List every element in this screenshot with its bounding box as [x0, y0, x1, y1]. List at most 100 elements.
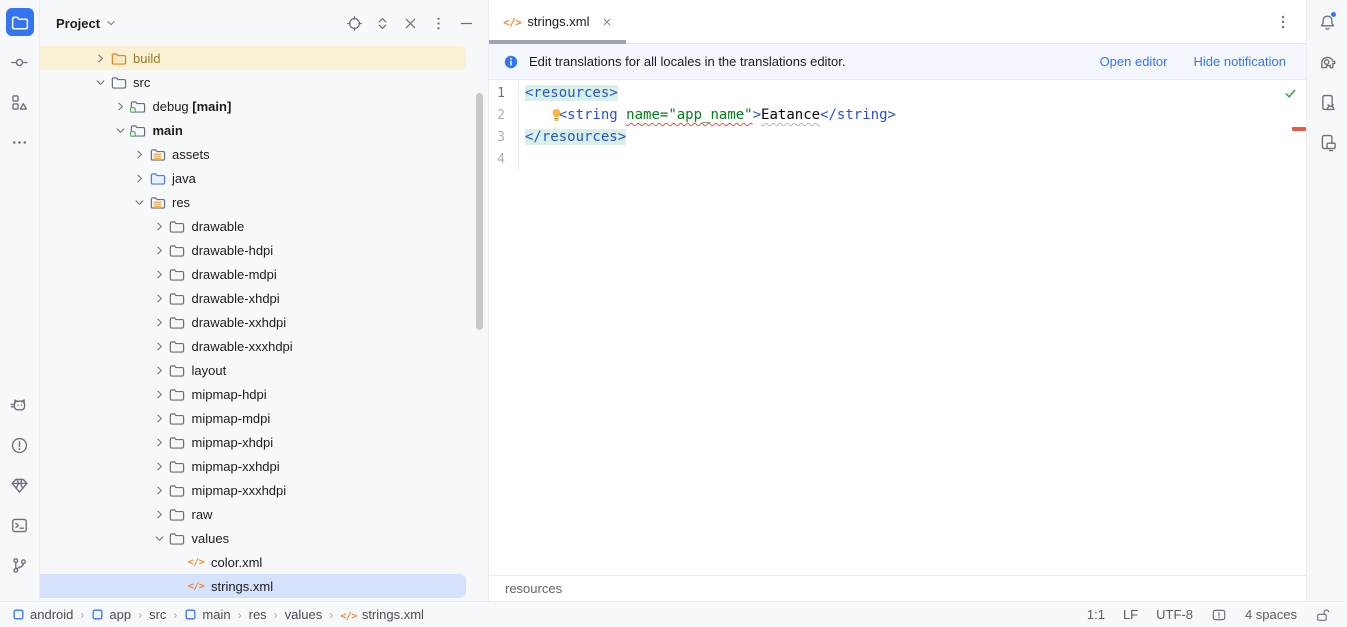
tree-item-mipmap-xxxhdpi[interactable]: mipmap-xxxhdpi: [40, 478, 466, 502]
line-number[interactable]: 3: [489, 126, 519, 148]
tree-item-layout[interactable]: layout: [40, 358, 466, 382]
module-icon: [91, 608, 104, 621]
options-button[interactable]: [428, 13, 448, 33]
breadcrumb-resources[interactable]: resources: [505, 581, 562, 596]
tree-item-label: drawable: [192, 219, 245, 234]
line-number[interactable]: 1: [489, 82, 519, 104]
tree-item-drawable-xxhdpi[interactable]: drawable-xxhdpi: [40, 310, 466, 334]
chevron-right-icon[interactable]: [151, 314, 168, 331]
expand-all-button[interactable]: [372, 13, 392, 33]
tree-item-res[interactable]: res: [40, 190, 466, 214]
tree-item-src[interactable]: src: [40, 70, 466, 94]
tree-item-color-xml[interactable]: </>color.xml: [40, 550, 466, 574]
toolwindow-button-version-control[interactable]: [6, 551, 34, 579]
chevron-right-icon[interactable]: [151, 410, 168, 427]
toolwindow-button-notifications[interactable]: [1313, 8, 1341, 36]
breadcrumb-res[interactable]: res: [249, 607, 267, 622]
status-widget-readonly-toggle[interactable]: [1315, 607, 1331, 623]
status-widget-inspection-widget[interactable]: [1211, 607, 1227, 623]
tree-item-mipmap-hdpi[interactable]: mipmap-hdpi: [40, 382, 466, 406]
tree-item-mipmap-mdpi[interactable]: mipmap-mdpi: [40, 406, 466, 430]
chevron-right-icon[interactable]: [151, 266, 168, 283]
breadcrumb-android[interactable]: android: [12, 607, 73, 622]
chevron-right-icon[interactable]: [151, 386, 168, 403]
toolwindow-button-device-manager[interactable]: [1313, 88, 1341, 116]
project-panel-title[interactable]: Project: [56, 16, 100, 31]
code-line-4[interactable]: 4: [489, 148, 1306, 170]
tree-item-mipmap-xxhdpi[interactable]: mipmap-xxhdpi: [40, 454, 466, 478]
locate-file-button[interactable]: [344, 13, 364, 33]
lightbulb-icon[interactable]: [549, 107, 564, 123]
chevron-right-icon[interactable]: [151, 218, 168, 235]
chevron-right-icon[interactable]: [151, 338, 168, 355]
line-number[interactable]: 4: [489, 148, 519, 170]
code-editor[interactable]: 1<resources>2 <string name="app_name">Ea…: [489, 80, 1306, 575]
collapse-all-button[interactable]: [400, 13, 420, 33]
chevron-right-icon[interactable]: [151, 362, 168, 379]
breadcrumb-values[interactable]: values: [285, 607, 323, 622]
toolwindow-button-structure[interactable]: [6, 88, 34, 116]
chevron-right-icon[interactable]: [151, 242, 168, 259]
chevron-down-icon[interactable]: [112, 122, 129, 139]
line-number[interactable]: 2: [489, 104, 519, 126]
tree-item-strings-xml[interactable]: </>strings.xml: [40, 574, 466, 598]
toolwindow-button-running-devices[interactable]: [1313, 128, 1341, 156]
breadcrumb-strings-xml[interactable]: </>strings.xml: [340, 607, 424, 622]
open-editor-link[interactable]: Open editor: [1100, 54, 1168, 69]
breadcrumb-main[interactable]: main: [184, 607, 230, 622]
code-line-2[interactable]: 2 <string name="app_name">Eatance</strin…: [489, 104, 1306, 126]
chevron-right-icon[interactable]: [151, 506, 168, 523]
code-line-3[interactable]: 3</resources>: [489, 126, 1306, 148]
tree-item-drawable-xxxhdpi[interactable]: drawable-xxxhdpi: [40, 334, 466, 358]
toolwindow-button-terminal[interactable]: [6, 511, 34, 539]
tree-item-java[interactable]: java: [40, 166, 466, 190]
tree-item-drawable-mdpi[interactable]: drawable-mdpi: [40, 262, 466, 286]
editor-options-kebab-icon[interactable]: [1274, 13, 1292, 31]
tab-strings-xml[interactable]: </> strings.xml: [489, 0, 626, 43]
breadcrumb-label: strings.xml: [362, 607, 424, 622]
breadcrumb-app[interactable]: app: [91, 607, 131, 622]
tree-item-debug[interactable]: debug [main]: [40, 94, 466, 118]
tree-item-values[interactable]: values: [40, 526, 466, 550]
tree-item-drawable-xhdpi[interactable]: drawable-xhdpi: [40, 286, 466, 310]
chevron-right-icon[interactable]: [112, 98, 129, 115]
inspections-ok-check-icon[interactable]: [1283, 86, 1298, 101]
toolwindow-button-problems[interactable]: [6, 431, 34, 459]
hide-panel-button[interactable]: [456, 13, 476, 33]
chevron-down-icon[interactable]: [92, 74, 109, 91]
chevron-down-icon[interactable]: [131, 194, 148, 211]
tree-item-drawable[interactable]: drawable: [40, 214, 466, 238]
hide-notification-link[interactable]: Hide notification: [1194, 54, 1287, 69]
code-line-1[interactable]: 1<resources>: [489, 82, 1306, 104]
toolwindow-button-commit[interactable]: [6, 48, 34, 76]
chevron-right-icon[interactable]: [131, 170, 148, 187]
chevron-right-icon[interactable]: [151, 434, 168, 451]
status-widget-indent-style[interactable]: 4 spaces: [1245, 607, 1297, 622]
chevron-down-icon[interactable]: [151, 530, 168, 547]
chevron-right-icon[interactable]: [151, 482, 168, 499]
tree-item-mipmap-xhdpi[interactable]: mipmap-xhdpi: [40, 430, 466, 454]
status-widget-line-separator[interactable]: LF: [1123, 607, 1138, 622]
chevron-down-icon[interactable]: [104, 16, 118, 30]
chevron-right-icon[interactable]: [131, 146, 148, 163]
tree-item-raw[interactable]: raw: [40, 502, 466, 526]
chevron-right-icon[interactable]: [151, 458, 168, 475]
project-tree-scrollbar[interactable]: [476, 93, 483, 330]
tree-item-drawable-hdpi[interactable]: drawable-hdpi: [40, 238, 466, 262]
chevron-right-icon[interactable]: [151, 290, 168, 307]
toolwindow-button-app-quality-insights[interactable]: [6, 471, 34, 499]
tree-item-assets[interactable]: assets: [40, 142, 466, 166]
tree-item-build[interactable]: build: [40, 46, 466, 70]
breadcrumb-src[interactable]: src: [149, 607, 166, 622]
error-stripe-mark[interactable]: [1292, 127, 1306, 131]
status-widget-file-encoding[interactable]: UTF-8: [1156, 607, 1193, 622]
toolwindow-button-more-tool-windows[interactable]: [6, 128, 34, 156]
close-icon[interactable]: [600, 15, 614, 29]
toolwindow-button-logcat[interactable]: [6, 391, 34, 419]
toolwindow-button-gradle[interactable]: [1313, 48, 1341, 76]
problems-icon: [10, 436, 29, 455]
tree-item-main[interactable]: main: [40, 118, 466, 142]
chevron-right-icon[interactable]: [92, 50, 109, 67]
status-widget-caret-position[interactable]: 1:1: [1087, 607, 1105, 622]
toolwindow-button-project[interactable]: [6, 8, 34, 36]
